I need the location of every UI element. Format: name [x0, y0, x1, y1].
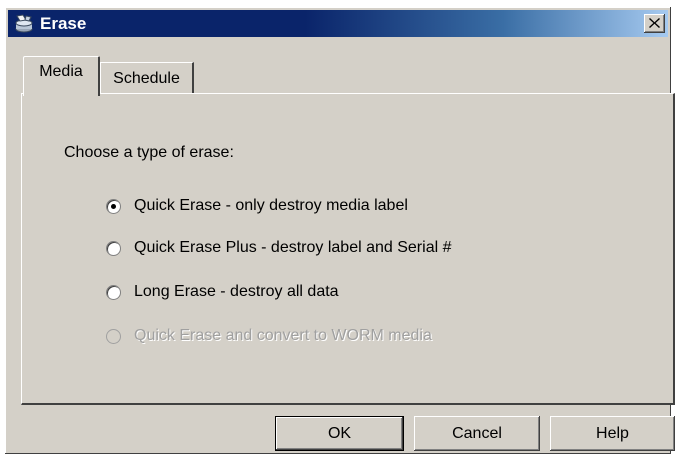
ok-button-label: OK: [327, 424, 352, 442]
media-tab-panel: Choose a type of erase: Quick Erase - on…: [21, 93, 675, 405]
erase-app-icon: [14, 14, 34, 33]
radio-option-quick-erase-plus[interactable]: Quick Erase Plus - destroy label and Ser…: [106, 239, 451, 257]
cancel-button[interactable]: Cancel: [414, 416, 540, 451]
help-button-label: Help: [596, 424, 629, 442]
radio-button[interactable]: [106, 240, 121, 256]
radio-button[interactable]: [106, 284, 121, 300]
radio-option-label: Quick Erase - only destroy media label: [134, 197, 408, 214]
tab-media[interactable]: Media: [23, 56, 100, 96]
tab-schedule[interactable]: Schedule: [100, 62, 194, 94]
erase-type-prompt: Choose a type of erase:: [64, 144, 234, 161]
radio-selected-dot: [111, 203, 116, 209]
radio-option-label: Long Erase - destroy all data: [134, 283, 339, 300]
help-button[interactable]: Help: [550, 416, 675, 451]
dialog-title: Erase: [40, 14, 87, 33]
radio-option-quick-erase[interactable]: Quick Erase - only destroy media label: [106, 197, 408, 215]
radio-button: [106, 328, 121, 344]
radio-option-long-erase[interactable]: Long Erase - destroy all data: [106, 283, 339, 301]
radio-button[interactable]: [106, 198, 121, 214]
close-button[interactable]: [644, 14, 665, 33]
cancel-button-label: Cancel: [452, 424, 502, 442]
tab-schedule-label: Schedule: [113, 69, 180, 87]
tab-media-label: Media: [39, 62, 83, 80]
radio-option-label: Quick Erase and convert to WORM media: [134, 327, 432, 344]
radio-option-quick-erase-worm: Quick Erase and convert to WORM media: [106, 327, 432, 345]
erase-dialog: Erase Media Schedule Choose a type of er…: [4, 6, 675, 455]
radio-option-label: Quick Erase Plus - destroy label and Ser…: [134, 239, 452, 256]
close-icon: [649, 15, 660, 33]
ok-button[interactable]: OK: [275, 416, 404, 451]
title-bar[interactable]: Erase: [8, 10, 668, 37]
